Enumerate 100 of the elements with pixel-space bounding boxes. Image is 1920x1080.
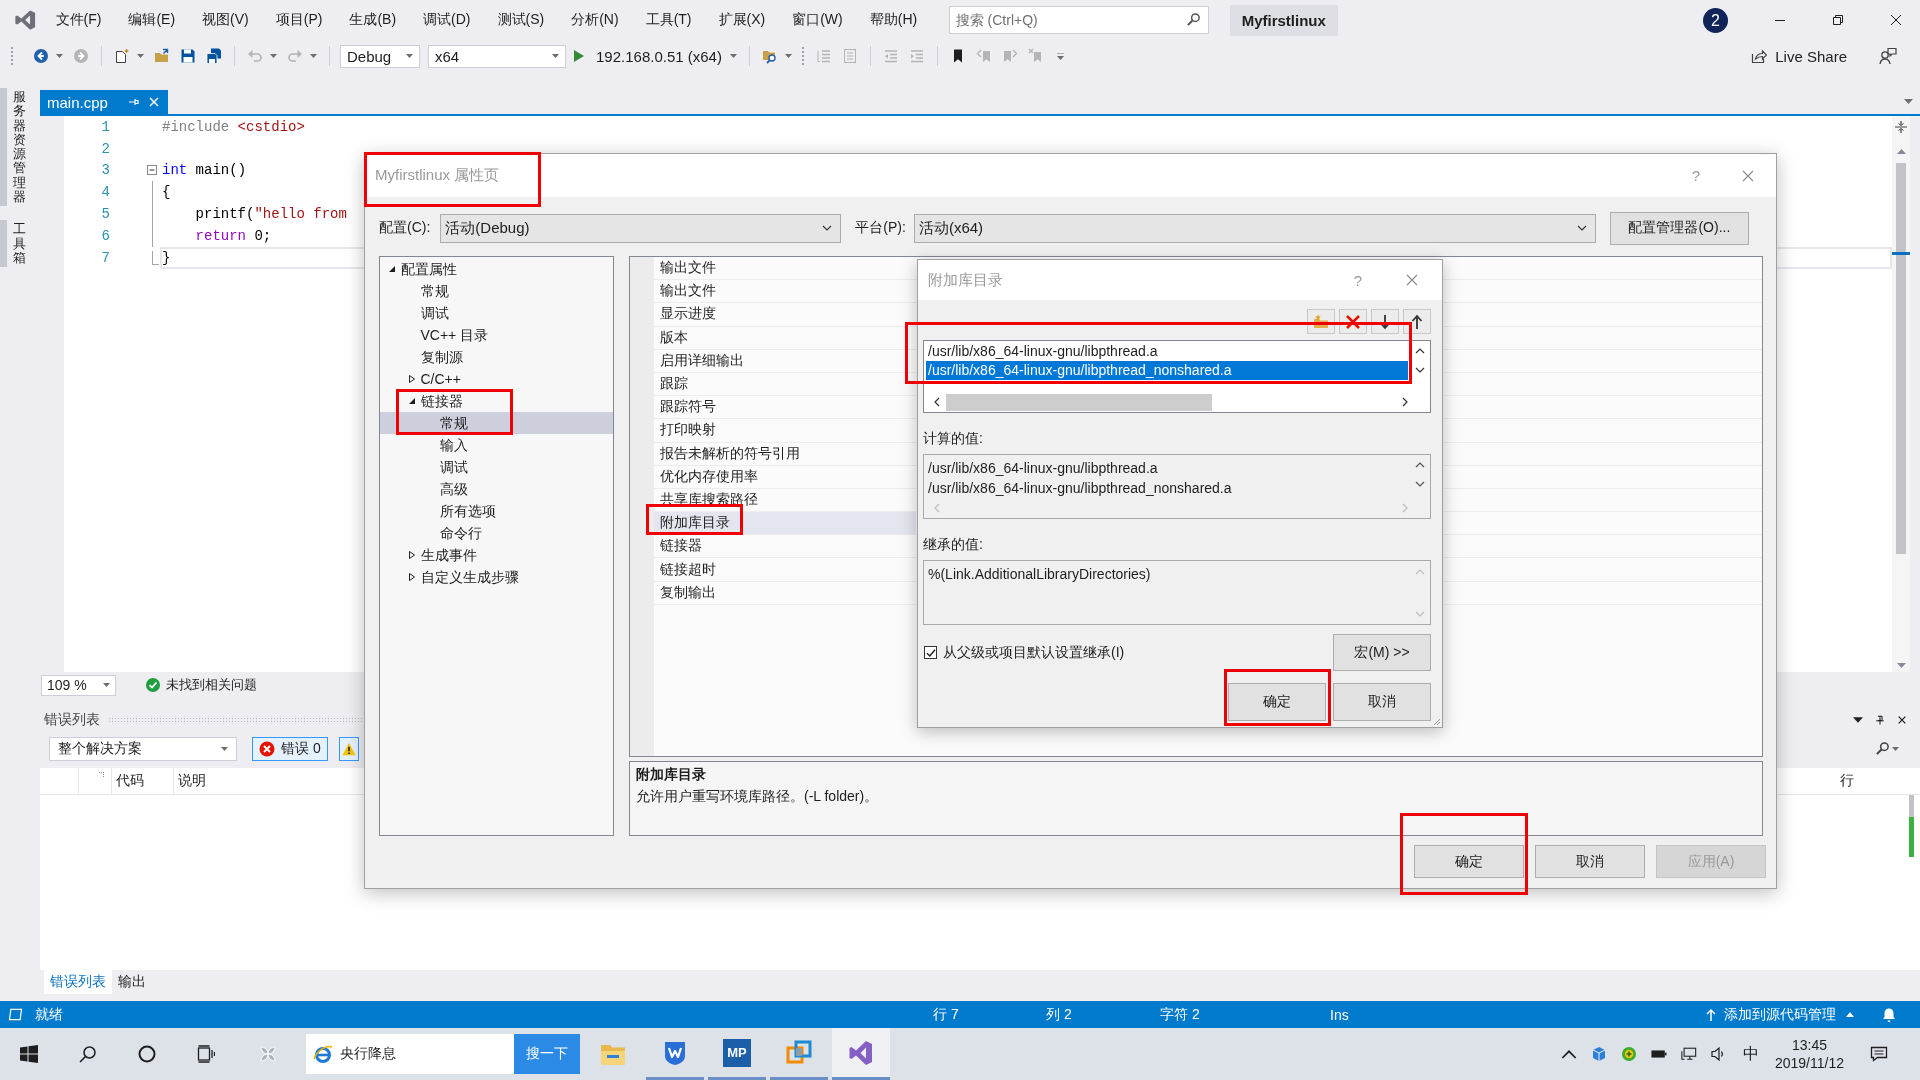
tree-item[interactable]: 自定义生成步骤 (407, 570, 519, 584)
split-icon[interactable] (1895, 121, 1907, 133)
menu-item[interactable]: 工具(T) (632, 11, 705, 29)
menu-item[interactable]: 窗口(W) (778, 11, 857, 29)
side-tab[interactable]: 服务器资源管理器 (0, 88, 30, 207)
property-name[interactable]: 输出文件 (654, 257, 916, 280)
dialog-button[interactable]: 取消 (1333, 683, 1431, 721)
zoom-dropdown[interactable]: 109 % (41, 674, 116, 696)
tree-item[interactable]: 命令行 (427, 526, 482, 540)
column-header[interactable]: 说明 (178, 772, 206, 790)
filled-triangle-icon[interactable] (407, 397, 416, 405)
speech-bubble-icon[interactable] (1870, 1046, 1888, 1062)
side-tab[interactable]: 工具箱 (0, 220, 30, 268)
tree-item[interactable]: 复制源 (407, 350, 463, 364)
menu-item[interactable]: 帮助(H) (856, 11, 931, 29)
notification-badge[interactable]: 2 (1703, 7, 1728, 33)
menu-item[interactable]: 扩展(X) (705, 11, 779, 29)
start-button[interactable]: 192.168.0.51 (x64) (566, 47, 728, 65)
menu-item[interactable]: 编辑(E) (114, 11, 189, 29)
close-icon[interactable] (1897, 714, 1907, 725)
clock-time[interactable]: 13:45 (1791, 1036, 1827, 1054)
panel-tab[interactable]: 错误列表 (44, 970, 112, 994)
tree-item[interactable]: C/C++ (407, 372, 461, 386)
search-button[interactable]: 搜一下 (514, 1034, 580, 1074)
tree-item[interactable]: 调试 (427, 460, 468, 474)
floppy-disks-icon[interactable] (206, 48, 222, 64)
property-name[interactable]: 跟踪 (654, 372, 916, 396)
chevron-down-icon[interactable] (1415, 481, 1425, 487)
property-name[interactable]: 复制输出 (654, 581, 916, 604)
filled-triangle-icon[interactable] (388, 265, 396, 273)
configuration-select[interactable]: 活动(Debug) (440, 213, 842, 243)
outline-triangle-icon[interactable] (407, 551, 416, 559)
ring-icon[interactable] (138, 1045, 156, 1063)
cube-icon[interactable] (1590, 1046, 1607, 1062)
property-name[interactable]: 报告未解析的符号引用 (654, 442, 916, 465)
tree-item[interactable]: 生成事件 (407, 548, 477, 562)
taskbar-app[interactable] (832, 1028, 890, 1080)
caret-icon[interactable] (1853, 714, 1863, 725)
property-name[interactable]: 打印映射 (654, 419, 916, 442)
bell-icon[interactable] (1882, 1006, 1896, 1023)
windows-logo-icon[interactable] (20, 1045, 38, 1063)
clock-date[interactable]: 2019/11/12 (1774, 1054, 1844, 1072)
search-field[interactable]: 搜索 (Ctrl+Q) (948, 6, 1209, 34)
scope-dropdown[interactable]: 整个解决方案 (49, 736, 237, 761)
search-icon[interactable] (79, 1045, 97, 1063)
source-control-button[interactable]: 添加到源代码管理 (1706, 1005, 1854, 1024)
checkbox[interactable] (924, 646, 937, 659)
live-share-button[interactable]: Live Share (1751, 47, 1847, 65)
new-line-button[interactable] (1307, 309, 1335, 334)
scrollbar-thumb[interactable] (946, 393, 1212, 411)
taskbar-app[interactable]: MP (708, 1028, 766, 1080)
property-name[interactable]: 附加库目录 (654, 512, 916, 535)
close-icon[interactable] (1890, 14, 1902, 26)
platform-select[interactable]: 活动(x64) (913, 213, 1596, 243)
dialog-button[interactable]: 取消 (1535, 845, 1645, 878)
menu-item[interactable]: 分析(N) (557, 11, 633, 29)
menu-item[interactable]: 视图(V) (188, 11, 263, 29)
tree-item[interactable]: 配置属性 (388, 262, 457, 276)
error-filter-button[interactable]: 错误 0 (252, 736, 328, 761)
chevron-down-icon[interactable] (1415, 367, 1425, 373)
person-chat-icon[interactable] (1879, 47, 1897, 65)
tree-item[interactable]: 常规 (407, 284, 449, 298)
search-icon[interactable] (1185, 12, 1201, 27)
chevron-right-icon[interactable] (1402, 397, 1408, 407)
menu-item[interactable]: 文件(F) (42, 11, 115, 29)
plus-circle-icon[interactable] (1620, 1046, 1637, 1062)
property-name[interactable]: 输出文件 (654, 280, 916, 303)
checkbox-label[interactable]: 从父级或项目默认设置继承(I) (943, 643, 1125, 662)
tree-item[interactable]: 所有选项 (427, 504, 496, 518)
toolbar-overflow-icon[interactable] (1056, 52, 1064, 60)
tree-item[interactable]: 常规 (427, 416, 468, 430)
restore-icon[interactable] (1832, 14, 1844, 26)
new-item-icon[interactable] (114, 48, 130, 64)
directory-item[interactable]: /usr/lib/x86_64-linux-gnu/libpthread_nonshared.a (926, 361, 1408, 380)
tree-item[interactable]: 链接器 (407, 394, 463, 408)
dialog-button[interactable]: 确定 (1228, 683, 1326, 721)
resize-grip-icon[interactable] (1431, 716, 1441, 726)
chevron-left-icon[interactable] (934, 397, 940, 407)
minus-box-icon[interactable] (147, 165, 157, 176)
menu-item[interactable]: 测试(S) (484, 11, 558, 29)
task-view-icon[interactable] (197, 1045, 215, 1063)
property-name[interactable]: 链接超时 (654, 558, 916, 581)
macros-button[interactable]: 宏(M) >> (1333, 634, 1431, 671)
panel-tab[interactable]: 输出 (112, 970, 152, 994)
tree-item[interactable]: 输入 (427, 438, 468, 452)
tree-item[interactable]: 高级 (427, 482, 468, 496)
sort-icon[interactable] (99, 772, 105, 778)
menu-item[interactable]: 生成(B) (335, 11, 410, 29)
search-icon[interactable] (1875, 741, 1890, 756)
configuration-manager-button[interactable]: 配置管理器(O)... (1609, 211, 1749, 245)
warning-filter-button[interactable] (338, 736, 359, 761)
property-name[interactable]: 链接器 (654, 535, 916, 558)
property-name[interactable]: 跟踪符号 (654, 396, 916, 419)
chevron-up-icon[interactable] (1415, 462, 1425, 468)
tree-item[interactable]: VC++ 目录 (407, 328, 489, 342)
menu-item[interactable]: 项目(P) (262, 11, 336, 29)
delete-button[interactable] (1339, 309, 1367, 334)
property-name[interactable]: 显示进度 (654, 303, 916, 326)
monitor-icon[interactable] (1680, 1046, 1697, 1062)
directory-item[interactable]: /usr/lib/x86_64-linux-gnu/libpthread.a (926, 342, 1408, 361)
